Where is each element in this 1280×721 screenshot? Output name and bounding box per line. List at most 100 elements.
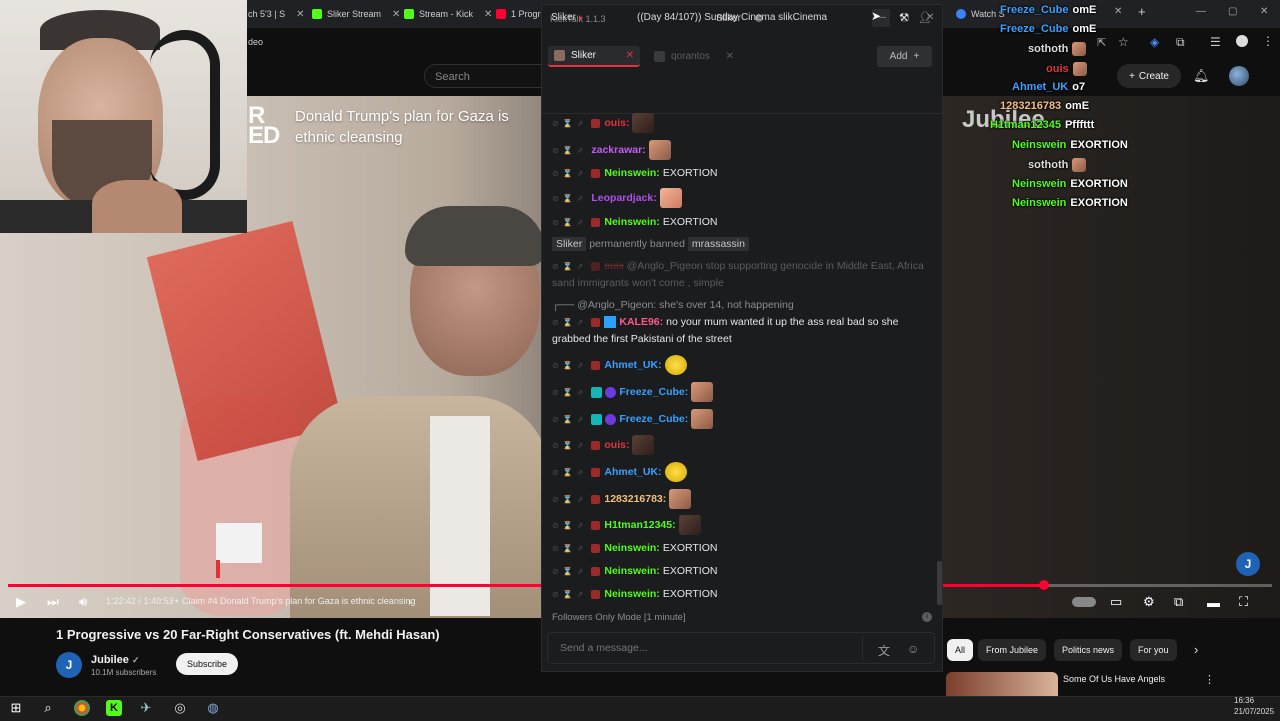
kick-icon[interactable]: K	[106, 700, 122, 716]
search-icon[interactable]: ⌕	[40, 700, 56, 716]
chat-username[interactable]: ouis:	[604, 117, 629, 129]
browser-tab[interactable]: ch 5'3 | S ✕	[248, 4, 304, 24]
message-tools-icon[interactable]: ⊘⌛⇗	[552, 318, 587, 327]
chat-username[interactable]: Neinswein:	[604, 565, 659, 577]
settings-gear-icon[interactable]: ⚙︎	[1143, 594, 1155, 610]
chevron-right-icon[interactable]: ›	[1194, 642, 1198, 657]
message-tools-icon[interactable]: ⊘⌛⇗	[552, 495, 587, 504]
chat-username[interactable]: Neinswein:	[604, 167, 659, 179]
playlist-icon[interactable]: ☰	[1210, 35, 1221, 49]
chat-message[interactable]: ⊘⌛⇗ 1283216783:	[552, 489, 932, 509]
play-icon[interactable]: ▶	[16, 594, 26, 610]
browser-tab[interactable]: Watch S	[956, 4, 1005, 24]
chat-username[interactable]: H1tman12345:	[604, 519, 675, 531]
bookmark-star-icon[interactable]: ☆	[1118, 35, 1129, 49]
chat-message[interactable]: ⊘⌛⇗ Neinswein: EXORTION	[552, 540, 932, 557]
chat-username[interactable]: Ahmet_UK:	[604, 359, 661, 371]
channel-name[interactable]: Sliker ●	[551, 12, 583, 23]
chat-scrollbar[interactable]	[937, 561, 942, 605]
messenger-icon[interactable]: ◍	[205, 700, 221, 716]
steam-icon[interactable]: ✈︎	[138, 700, 154, 716]
close-tab-icon[interactable]: ✕	[726, 51, 734, 62]
browser-tab[interactable]: 1 Progre	[496, 4, 546, 24]
chat-message[interactable]: ⊘⌛⇗ ouis:	[552, 113, 932, 133]
recommended-thumbnail[interactable]	[946, 672, 1058, 696]
chat-message[interactable]: ⊘⌛⇗ zackrawar:	[552, 140, 932, 160]
chat-username[interactable]: Ahmet_UK:	[604, 466, 661, 478]
windows-start-icon[interactable]: ⊞	[8, 700, 24, 716]
miniplayer-icon[interactable]: ⧉	[1174, 594, 1183, 610]
chat-message[interactable]: ⊘⌛⇗ Neinswein: EXORTION	[552, 586, 932, 603]
notifications-bell-icon[interactable]: 🔔︎	[1193, 68, 1210, 84]
chat-message-input[interactable]	[558, 641, 842, 655]
autoplay-toggle[interactable]	[1072, 597, 1096, 607]
translate-icon[interactable]: 文	[878, 642, 890, 659]
chat-message[interactable]: ⊘⌛⇗ Ahmet_UK:	[552, 355, 932, 375]
chat-message-deleted[interactable]: ⊘⌛⇗ ouis @Anglo_Pigeon stop supporting ge…	[552, 258, 932, 292]
browser-tab[interactable]: Stream - Kick ✕	[404, 4, 492, 24]
chat-reply-preview[interactable]: ┌── @Anglo_Pigeon: she's over 14, not ha…	[552, 297, 932, 314]
message-tools-icon[interactable]: ⊘⌛⇗	[552, 468, 587, 477]
account-avatar[interactable]	[1229, 66, 1249, 86]
chat-username[interactable]: Neinswein:	[604, 216, 659, 228]
chrome-icon[interactable]	[74, 700, 90, 716]
cast-icon[interactable]: ⇱	[1097, 36, 1106, 49]
message-tools-icon[interactable]: ⊘⌛⇗	[552, 415, 587, 424]
minimize-icon[interactable]: —	[1196, 6, 1206, 17]
ban-target[interactable]: mrassassin	[687, 237, 749, 251]
chat-username[interactable]: Neinswein:	[604, 542, 659, 554]
recommended-title[interactable]: Some Of Us Have Angels	[1063, 674, 1165, 684]
subscribe-button[interactable]: Subscribe	[176, 653, 238, 675]
close-tab-icon[interactable]: ✕	[1114, 6, 1122, 17]
info-icon[interactable]: i	[922, 612, 932, 622]
tab-sliker[interactable]: Sliker ✕	[548, 46, 640, 67]
tab-qorantos[interactable]: qorantos ✕	[648, 46, 740, 67]
subtitles-icon[interactable]: ▭	[1110, 594, 1122, 610]
chat-username[interactable]: Freeze_Cube:	[619, 386, 688, 398]
theater-mode-icon[interactable]: ▬	[1207, 594, 1220, 610]
channel-name[interactable]: Jubilee ✓	[91, 654, 140, 666]
profile-avatar[interactable]	[1236, 35, 1248, 47]
volume-icon[interactable]: 🔊︎	[79, 594, 87, 610]
channel-avatar[interactable]: J	[56, 652, 82, 678]
add-chatroom-button[interactable]: Add +	[877, 46, 932, 67]
chat-username[interactable]: Freeze_Cube:	[619, 413, 688, 425]
message-tools-icon[interactable]: ⊘⌛⇗	[552, 388, 587, 397]
chat-message[interactable]: ⊘⌛⇗ KALE96: no your mum wanted it up the a…	[552, 314, 932, 348]
ban-actor[interactable]: Sliker	[552, 237, 587, 251]
message-tools-icon[interactable]: ⊘⌛⇗	[552, 169, 587, 178]
chat-username[interactable]: 1283216783:	[604, 493, 666, 505]
message-tools-icon[interactable]: ⊘⌛⇗	[552, 262, 587, 271]
chat-message[interactable]: ⊘⌛⇗ Neinswein: EXORTION	[552, 165, 932, 182]
create-button[interactable]: + Create	[1117, 64, 1181, 88]
message-tools-icon[interactable]: ⊘⌛⇗	[552, 361, 587, 370]
message-tools-icon[interactable]: ⊘⌛⇗	[552, 119, 587, 128]
chat-message[interactable]: ⊘⌛⇗ Freeze_Cube:	[552, 382, 932, 402]
close-tab-icon[interactable]: ✕	[484, 9, 492, 20]
chat-username[interactable]: zackrawar:	[591, 144, 645, 156]
chat-username[interactable]: KALE96:	[619, 316, 663, 328]
fullscreen-icon[interactable]: ⛶	[1239, 594, 1248, 610]
chat-username[interactable]: ouis:	[604, 439, 629, 451]
chat-username[interactable]: Leopardjack:	[591, 192, 656, 204]
puzzle-icon[interactable]: ⧉	[1176, 35, 1185, 50]
chat-message-list[interactable]: ⊘⌛⇗ ouis: ⊘⌛⇗ zackrawar: ⊘⌛⇗ Neinswein: EXOR…	[542, 113, 936, 607]
more-options-icon[interactable]: ⋮	[1204, 673, 1215, 686]
obs-icon[interactable]: ◎	[172, 700, 188, 716]
chat-message[interactable]: ⊘⌛⇗ H1tman12345:	[552, 515, 932, 535]
chat-message[interactable]: ⊘⌛⇗ Leopardjack:	[552, 188, 932, 208]
chevron-right-icon[interactable]: ›	[408, 594, 411, 610]
channel-branding-badge[interactable]: J	[1236, 552, 1260, 576]
chip-for-you[interactable]: For you	[1130, 639, 1177, 661]
maximize-icon[interactable]: ▢	[1228, 6, 1237, 17]
message-tools-icon[interactable]: ⊘⌛⇗	[552, 441, 587, 450]
mod-tools-icon[interactable]: ⚒︎	[899, 11, 909, 24]
chat-message[interactable]: ⊘⌛⇗ Neinswein: EXORTION	[552, 563, 932, 580]
chip-politics-news[interactable]: Politics news	[1054, 639, 1123, 661]
message-tools-icon[interactable]: ⊘⌛⇗	[552, 544, 587, 553]
chapter-title[interactable]: Claim #4 Donald Trump's plan for Gaza is…	[182, 596, 415, 606]
message-tools-icon[interactable]: ⊘⌛⇗	[552, 146, 587, 155]
message-tools-icon[interactable]: ⊘⌛⇗	[552, 218, 587, 227]
close-window-icon[interactable]: ✕	[1260, 6, 1268, 17]
emote-picker-icon[interactable]: ☺	[907, 642, 919, 656]
